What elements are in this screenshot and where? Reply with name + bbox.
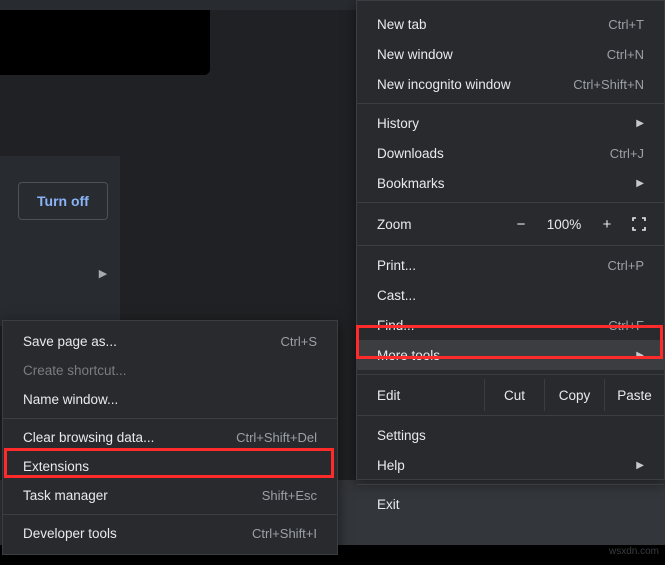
menu-item-history[interactable]: History ▶ <box>357 108 664 138</box>
chevron-right-icon: ▶ <box>630 460 644 471</box>
menu-label: History <box>377 116 419 131</box>
menu-shortcut: Ctrl+F <box>608 318 644 333</box>
expand-chevron-icon[interactable]: ▶ <box>92 262 114 284</box>
fullscreen-icon[interactable] <box>624 216 654 232</box>
menu-label: Settings <box>377 428 426 443</box>
menu-separator <box>357 103 664 104</box>
menu-label: Create shortcut... <box>23 363 127 378</box>
menu-shortcut: Ctrl+Shift+N <box>573 77 644 92</box>
submenu-item-save-page[interactable]: Save page as... Ctrl+S <box>3 327 337 356</box>
submenu-item-task-manager[interactable]: Task manager Shift+Esc <box>3 481 337 510</box>
menu-label: Save page as... <box>23 334 117 349</box>
zoom-label: Zoom <box>377 217 504 232</box>
menu-shortcut: Shift+Esc <box>262 488 317 503</box>
submenu-item-developer-tools[interactable]: Developer tools Ctrl+Shift+I <box>3 519 337 548</box>
menu-separator <box>3 514 337 515</box>
submenu-item-extensions[interactable]: Extensions <box>3 452 337 481</box>
menu-item-downloads[interactable]: Downloads Ctrl+J <box>357 138 664 168</box>
chevron-right-icon: ▶ <box>630 118 644 129</box>
menu-item-cast[interactable]: Cast... <box>357 280 664 310</box>
menu-shortcut: Ctrl+Shift+I <box>252 526 317 541</box>
menu-label: Exit <box>377 497 400 512</box>
submenu-item-create-shortcut[interactable]: Create shortcut... <box>3 356 337 385</box>
submenu-item-name-window[interactable]: Name window... <box>3 385 337 414</box>
menu-item-help[interactable]: Help ▶ <box>357 450 664 480</box>
submenu-item-clear-browsing-data[interactable]: Clear browsing data... Ctrl+Shift+Del <box>3 423 337 452</box>
edit-label: Edit <box>377 388 484 403</box>
menu-separator <box>357 374 664 375</box>
turn-off-button[interactable]: Turn off <box>18 182 108 220</box>
menu-separator <box>3 418 337 419</box>
background-strip <box>0 0 356 10</box>
chevron-right-icon: ▶ <box>630 178 644 189</box>
menu-item-new-incognito-window[interactable]: New incognito window Ctrl+Shift+N <box>357 69 664 99</box>
menu-separator <box>357 245 664 246</box>
menu-shortcut: Ctrl+T <box>608 17 644 32</box>
menu-shortcut: Ctrl+P <box>608 258 644 273</box>
menu-label: New incognito window <box>377 77 511 92</box>
menu-label: Developer tools <box>23 526 117 541</box>
menu-item-more-tools[interactable]: More tools ▶ <box>357 340 664 370</box>
menu-shortcut: Ctrl+N <box>607 47 644 62</box>
menu-separator <box>357 484 664 485</box>
menu-label: Extensions <box>23 459 89 474</box>
menu-label: New window <box>377 47 453 62</box>
menu-shortcut: Ctrl+S <box>281 334 317 349</box>
menu-item-new-tab[interactable]: New tab Ctrl+T <box>357 9 664 39</box>
menu-label: Help <box>377 458 405 473</box>
menu-item-find[interactable]: Find... Ctrl+F <box>357 310 664 340</box>
menu-label: Bookmarks <box>377 176 445 191</box>
chevron-right-icon: ▶ <box>630 350 644 361</box>
menu-label: Cast... <box>377 288 416 303</box>
menu-label: New tab <box>377 17 427 32</box>
menu-shortcut: Ctrl+Shift+Del <box>236 430 317 445</box>
menu-label: Name window... <box>23 392 118 407</box>
zoom-percent: 100% <box>538 217 590 232</box>
zoom-in-button[interactable]: + <box>590 216 624 233</box>
chrome-main-menu: New tab Ctrl+T New window Ctrl+N New inc… <box>356 0 665 480</box>
menu-item-print[interactable]: Print... Ctrl+P <box>357 250 664 280</box>
more-tools-submenu: Save page as... Ctrl+S Create shortcut..… <box>2 320 338 555</box>
cut-button[interactable]: Cut <box>484 379 544 411</box>
menu-label: More tools <box>377 348 440 363</box>
menu-separator <box>357 415 664 416</box>
menu-item-bookmarks[interactable]: Bookmarks ▶ <box>357 168 664 198</box>
menu-item-zoom: Zoom − 100% + <box>357 207 664 241</box>
background-box <box>0 10 210 75</box>
menu-label: Task manager <box>23 488 108 503</box>
menu-label: Find... <box>377 318 415 333</box>
menu-label: Clear browsing data... <box>23 430 154 445</box>
menu-item-exit[interactable]: Exit <box>357 489 664 519</box>
paste-button[interactable]: Paste <box>604 379 664 411</box>
menu-separator <box>357 202 664 203</box>
menu-item-new-window[interactable]: New window Ctrl+N <box>357 39 664 69</box>
menu-item-edit-group: Edit Cut Copy Paste <box>357 379 664 411</box>
menu-label: Downloads <box>377 146 444 161</box>
menu-shortcut: Ctrl+J <box>610 146 644 161</box>
menu-label: Print... <box>377 258 416 273</box>
menu-item-settings[interactable]: Settings <box>357 420 664 450</box>
zoom-out-button[interactable]: − <box>504 216 538 233</box>
watermark: wsxdn.com <box>609 546 659 557</box>
copy-button[interactable]: Copy <box>544 379 604 411</box>
